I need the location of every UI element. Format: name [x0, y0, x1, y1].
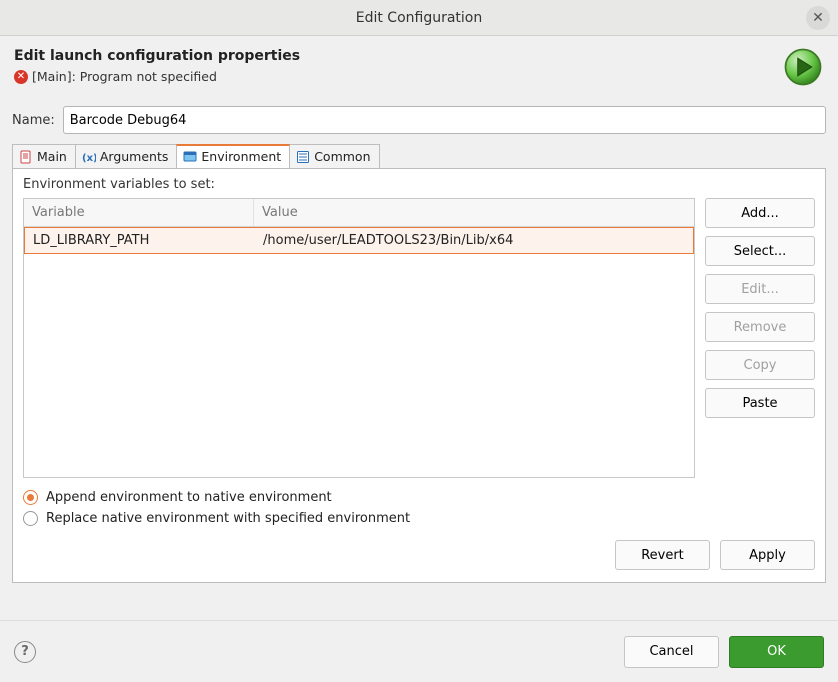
name-label: Name: — [12, 113, 55, 128]
environment-icon — [183, 150, 197, 164]
titlebar: Edit Configuration ✕ — [0, 0, 838, 36]
tab-label: Arguments — [100, 149, 169, 164]
tab-bar: Main (x) Arguments Environment Common — [12, 144, 826, 169]
table-header: Variable Value — [24, 199, 694, 227]
tab-environment[interactable]: Environment — [176, 144, 290, 168]
add-button[interactable]: Add... — [705, 198, 815, 228]
help-button[interactable]: ? — [14, 641, 36, 663]
tab-label: Main — [37, 149, 67, 164]
run-icon — [782, 46, 824, 88]
error-row: ✕ [Main]: Program not specified — [14, 69, 824, 84]
col-variable: Variable — [24, 199, 254, 226]
error-icon: ✕ — [14, 70, 28, 84]
edit-button[interactable]: Edit... — [705, 274, 815, 304]
env-section-label: Environment variables to set: — [23, 177, 815, 192]
remove-button[interactable]: Remove — [705, 312, 815, 342]
help-icon: ? — [21, 644, 29, 659]
close-button[interactable]: ✕ — [806, 6, 830, 30]
tab-arguments[interactable]: (x) Arguments — [75, 144, 178, 168]
col-value: Value — [254, 199, 694, 226]
revert-button[interactable]: Revert — [615, 540, 710, 570]
radio-icon — [23, 490, 38, 505]
radio-append[interactable]: Append environment to native environment — [23, 490, 815, 505]
radio-label: Replace native environment with specifie… — [46, 511, 410, 526]
document-icon — [19, 150, 33, 164]
tab-label: Common — [314, 149, 370, 164]
paste-button[interactable]: Paste — [705, 388, 815, 418]
ok-button[interactable]: OK — [729, 636, 824, 668]
error-text: [Main]: Program not specified — [32, 69, 217, 84]
page-heading: Edit launch configuration properties — [14, 48, 824, 64]
cell-value: /home/user/LEADTOOLS23/Bin/Lib/x64 — [255, 228, 693, 253]
cancel-button[interactable]: Cancel — [624, 636, 719, 668]
tab-common[interactable]: Common — [289, 144, 379, 168]
svg-text:(x): (x) — [82, 153, 96, 164]
env-table[interactable]: Variable Value LD_LIBRARY_PATH /home/use… — [23, 198, 695, 478]
copy-button[interactable]: Copy — [705, 350, 815, 380]
tab-main[interactable]: Main — [12, 144, 76, 168]
name-input[interactable] — [63, 106, 826, 134]
env-panel: Environment variables to set: Variable V… — [12, 169, 826, 583]
arguments-icon: (x) — [82, 150, 96, 164]
window-title: Edit Configuration — [0, 10, 838, 26]
header: Edit launch configuration properties ✕ [… — [0, 36, 838, 98]
bottom-bar: ? Cancel OK — [0, 620, 838, 682]
tab-label: Environment — [201, 149, 281, 164]
radio-replace[interactable]: Replace native environment with specifie… — [23, 511, 815, 526]
radio-label: Append environment to native environment — [46, 490, 332, 505]
table-row[interactable]: LD_LIBRARY_PATH /home/user/LEADTOOLS23/B… — [24, 227, 694, 254]
close-icon: ✕ — [812, 10, 824, 26]
radio-icon — [23, 511, 38, 526]
apply-button[interactable]: Apply — [720, 540, 815, 570]
side-buttons: Add... Select... Edit... Remove Copy Pas… — [705, 198, 815, 478]
select-button[interactable]: Select... — [705, 236, 815, 266]
cell-variable: LD_LIBRARY_PATH — [25, 228, 255, 253]
common-icon — [296, 150, 310, 164]
